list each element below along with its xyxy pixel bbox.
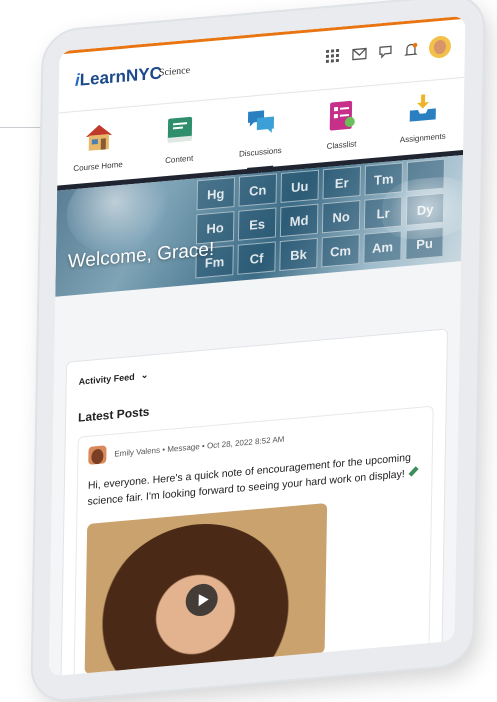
mail-icon[interactable] [351,45,367,62]
course-name: Science [158,64,191,79]
app-screen: iLearnNYC Science Course Home Content Di… [48,15,466,677]
user-avatar[interactable] [428,35,452,59]
element-tile: Cf [237,241,276,275]
chat-bubbles-icon [247,110,274,133]
bell-icon[interactable] [403,41,419,58]
nav-classlist[interactable]: Classlist [305,95,378,152]
apps-grid-icon[interactable] [325,48,341,65]
element-tile: Es [237,207,277,241]
element-tile: No [321,200,361,234]
post-video[interactable] [84,503,328,675]
element-tile: Er [322,165,362,200]
nav-discussions[interactable]: Discussions [224,103,297,160]
brand-logo[interactable]: iLearnNYC [75,63,162,91]
chat-icon[interactable] [377,43,393,60]
nav-assignments[interactable]: Assignments [387,88,460,145]
top-icons [325,35,452,68]
checklist-icon [329,100,355,131]
chevron-down-icon: ⌄ [140,369,149,381]
book-icon [167,116,192,143]
activity-feed-card: Activity Feed ⌄ Latest Posts Emily Valen… [59,328,449,677]
test-tube-icon [408,466,419,477]
element-tile: Cm [321,234,360,268]
element-tile: Uu [280,169,320,204]
nav-course-home[interactable]: Course Home [62,117,135,174]
element-tile: Cn [238,173,278,207]
author-avatar [88,445,107,465]
post-card: Emily Valens • Message • Oct 28, 2022 8:… [73,405,434,677]
post-timestamp: Oct 28, 2022 8:52 AM [206,434,285,450]
post-author[interactable]: Emily Valens [114,445,160,458]
nav-content[interactable]: Content [143,110,216,167]
element-tile: Md [279,203,319,238]
element-tile: Hg [196,176,236,211]
inbox-upload-icon [410,94,437,122]
post-type: Message [167,441,200,454]
element-tile: Bk [279,237,318,272]
tablet-device: iLearnNYC Science Course Home Content Di… [32,0,484,702]
house-icon [85,124,112,151]
